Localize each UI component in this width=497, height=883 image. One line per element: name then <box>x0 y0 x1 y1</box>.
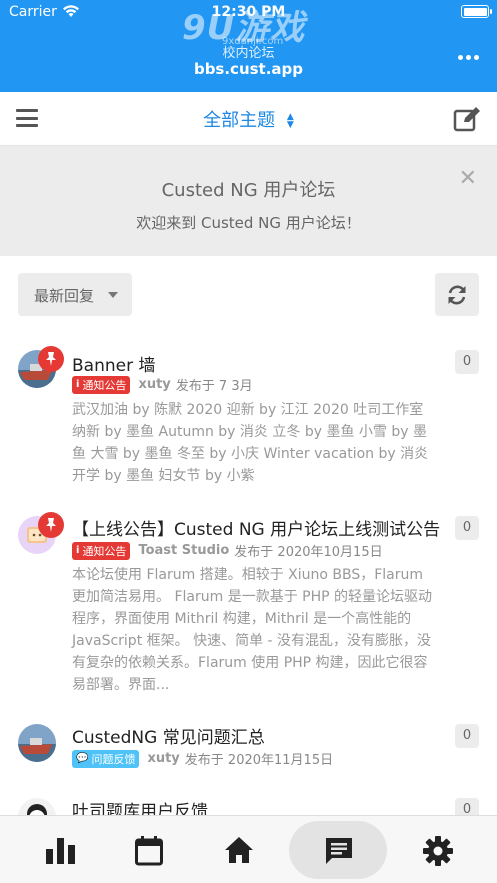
hero-description: 欢迎来到 Custed NG 用户论坛！ <box>136 214 361 232</box>
caret-down-icon <box>108 292 118 298</box>
reply-count: 0 <box>455 798 479 815</box>
toolbar: 全部主题 ▲ ▼ <box>0 92 497 146</box>
hero-title: Custed NG 用户论坛 <box>161 180 336 201</box>
discussion-excerpt: 武汉加油 by 陈默 2020 迎新 by 江江 2020 吐司工作室纳新 by… <box>72 402 429 484</box>
topic-filter-dropdown[interactable]: 全部主题 ▲ ▼ <box>0 106 497 132</box>
discussion-item[interactable]: CustedNG 常见问题汇总 💬 问题反馈 xuty 发布于 2020年11月… <box>0 720 497 780</box>
tag-label: 通知公告 <box>82 544 127 558</box>
topic-filter-label: 全部主题 <box>203 110 276 131</box>
settings-icon <box>423 836 453 866</box>
nav-calendar[interactable] <box>121 824 177 876</box>
avatar <box>18 798 56 815</box>
author-name[interactable]: xuty <box>147 751 179 766</box>
discussion-meta: i 通知公告 Toast Studio 发布于 2020年10月15日 <box>72 541 383 560</box>
stats-icon <box>46 838 75 864</box>
tag-badge[interactable]: 💬 问题反馈 <box>72 749 140 768</box>
refresh-icon <box>448 285 466 305</box>
author-name[interactable]: Toast Studio <box>138 543 229 558</box>
sort-arrows-icon: ▲ ▼ <box>286 112 294 130</box>
tag-label: 问题反馈 <box>91 752 136 766</box>
tag-badge[interactable]: i 通知公告 <box>72 375 131 394</box>
home-icon <box>225 837 253 863</box>
discussion-meta: i 通知公告 xuty 发布于 7 3月 <box>72 375 253 394</box>
nav-stats[interactable] <box>32 824 88 876</box>
post-time: 发布于 2020年11月15日 <box>184 753 334 768</box>
author-name[interactable]: xuty <box>138 377 170 392</box>
app-subtitle: 校内论坛 <box>222 46 275 61</box>
sort-label: 最新回复 <box>34 287 95 305</box>
post-time: 发布于 2020年10月15日 <box>234 545 383 560</box>
discussion-item[interactable]: 吐司题库用户反馈 0 <box>0 794 497 815</box>
reply-count: 0 <box>455 350 479 374</box>
discussion-title[interactable]: Banner 墙 <box>72 351 155 376</box>
nav-forum[interactable] <box>310 824 366 876</box>
compose-icon[interactable] <box>453 106 481 132</box>
refresh-button[interactable] <box>435 273 479 316</box>
more-menu-icon[interactable] <box>458 55 479 60</box>
discussion-meta: 💬 问题反馈 xuty 发布于 2020年11月15日 <box>72 749 333 768</box>
pin-icon <box>38 346 64 372</box>
discussion-excerpt: 本论坛使用 Flarum 搭建。相较于 Xiuno BBS，Flarum 更加简… <box>72 567 432 693</box>
avatar <box>18 724 56 762</box>
discussion-item[interactable]: Banner 墙 i 通知公告 xuty 发布于 7 3月 武汉加油 by 陈默… <box>0 346 497 496</box>
nav-settings[interactable] <box>409 824 465 876</box>
calendar-icon <box>135 836 163 866</box>
tag-badge[interactable]: i 通知公告 <box>72 541 131 560</box>
tag-label: 通知公告 <box>82 378 127 392</box>
app-title: bbs.cust.app <box>193 60 304 78</box>
discussion-title[interactable]: 吐司题库用户反馈 <box>72 797 208 815</box>
sort-dropdown-button[interactable]: 最新回复 <box>18 273 132 316</box>
forum-icon <box>326 838 352 864</box>
discussion-title[interactable]: 【上线公告】Custed NG 用户论坛上线测试公告 <box>72 515 440 540</box>
close-icon[interactable]: ✕ <box>459 168 477 190</box>
chat-bubbles-icon: 💬 <box>76 753 89 764</box>
discussion-item[interactable]: 【上线公告】Custed NG 用户论坛上线测试公告 i 通知公告 Toast … <box>0 512 497 702</box>
pin-icon <box>38 512 64 538</box>
reply-count: 0 <box>455 724 479 748</box>
info-icon: i <box>76 545 80 556</box>
post-time: 发布于 7 3月 <box>175 379 253 394</box>
battery-icon <box>461 5 492 18</box>
app-header: Carrier 12:30 PM 9U游戏 9xdanji.com 校内论坛 b… <box>0 0 497 92</box>
forum-hero: Custed NG 用户论坛 欢迎来到 Custed NG 用户论坛！ ✕ <box>0 146 497 256</box>
info-icon: i <box>76 379 80 390</box>
bottom-navigation <box>0 815 497 883</box>
reply-count: 0 <box>455 516 479 540</box>
nav-home[interactable] <box>210 824 266 876</box>
discussion-title[interactable]: CustedNG 常见问题汇总 <box>72 723 265 748</box>
